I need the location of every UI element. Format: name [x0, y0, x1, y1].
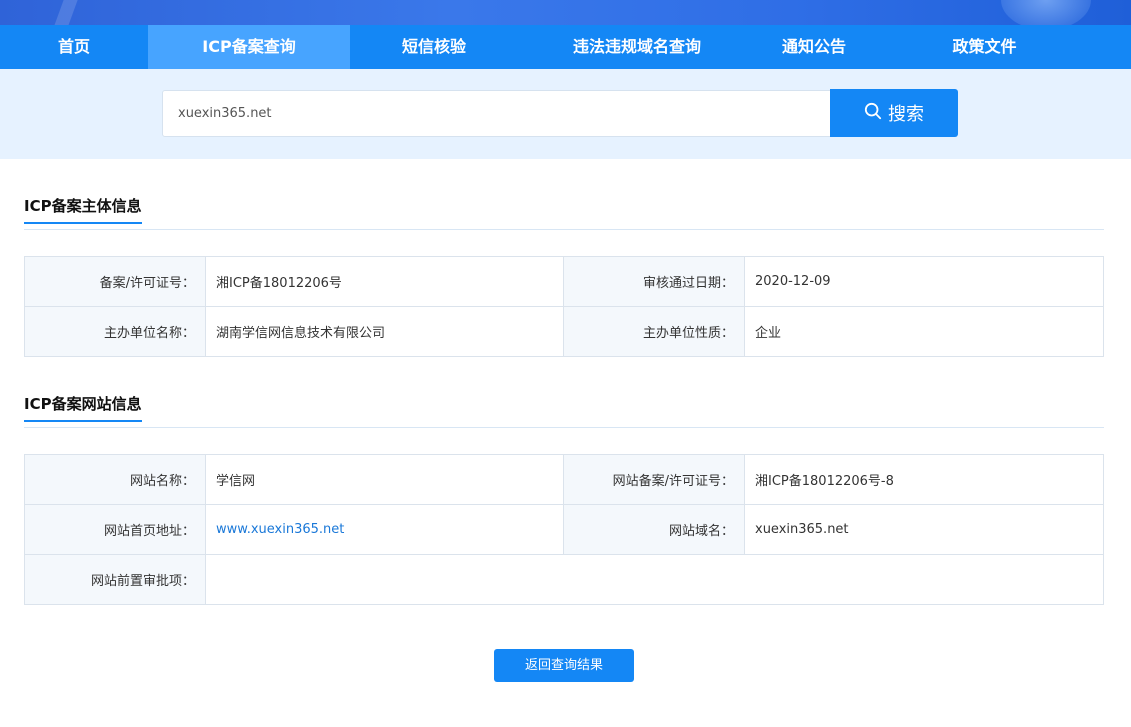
top-banner	[0, 0, 1131, 25]
search-input[interactable]	[162, 90, 832, 137]
organizer-name-label: 主办单位名称：	[24, 306, 206, 357]
banner-glow	[1001, 0, 1091, 25]
organizer-type-label: 主办单位性质：	[563, 306, 745, 357]
site-name-value: 学信网	[205, 454, 564, 505]
website-title-underline	[24, 420, 142, 422]
nav-item-notices[interactable]: 通知公告	[756, 25, 872, 69]
search-icon	[864, 102, 882, 125]
site-record-number-value: 湘ICP备18012206号-8	[744, 454, 1104, 505]
approval-date-label: 审核通过日期：	[563, 256, 745, 307]
table-row: 备案/许可证号： 湘ICP备18012206号 审核通过日期： 2020-12-…	[24, 256, 1104, 307]
organizer-type-value: 企业	[744, 306, 1104, 357]
approval-date-value: 2020-12-09	[744, 256, 1104, 307]
website-section-title: ICP备案网站信息	[24, 393, 142, 422]
nav-item-icp-query[interactable]: ICP备案查询	[148, 25, 350, 69]
search-band: 搜索	[0, 69, 1131, 159]
entity-section-title: ICP备案主体信息	[24, 195, 142, 224]
site-domain-value: xuexin365.net	[744, 504, 1104, 555]
site-name-label: 网站名称：	[24, 454, 206, 505]
back-to-results-button[interactable]: 返回查询结果	[494, 649, 634, 682]
search-button-label: 搜索	[888, 104, 924, 125]
site-record-number-label: 网站备案/许可证号：	[563, 454, 745, 505]
banner-decoration	[52, 0, 82, 25]
website-info-table: 网站名称： 学信网 网站备案/许可证号： 湘ICP备18012206号-8 网站…	[24, 454, 1104, 605]
organizer-name-value: 湖南学信网信息技术有限公司	[205, 306, 564, 357]
site-homepage-value: www.xuexin365.net	[205, 504, 564, 555]
site-domain-label: 网站域名：	[563, 504, 745, 555]
table-row: 网站名称： 学信网 网站备案/许可证号： 湘ICP备18012206号-8	[24, 454, 1104, 505]
nav-item-illegal-domain[interactable]: 违法违规域名查询	[518, 25, 756, 69]
nav-item-policies[interactable]: 政策文件	[872, 25, 1097, 69]
site-homepage-label: 网站首页地址：	[24, 504, 206, 555]
site-pre-approval-label: 网站前置审批项：	[24, 554, 206, 605]
main-nav: 首页 ICP备案查询 短信核验 违法违规域名查询 通知公告 政策文件	[0, 25, 1131, 69]
record-number-value: 湘ICP备18012206号	[205, 256, 564, 307]
nav-item-home[interactable]: 首页	[0, 25, 148, 69]
section-divider	[24, 427, 1104, 428]
nav-item-sms-verify[interactable]: 短信核验	[350, 25, 518, 69]
site-pre-approval-value	[205, 554, 1104, 605]
site-homepage-link[interactable]: www.xuexin365.net	[216, 522, 344, 537]
table-row: 网站前置审批项：	[24, 554, 1104, 605]
table-row: 网站首页地址： www.xuexin365.net 网站域名： xuexin36…	[24, 504, 1104, 555]
entity-title-underline	[24, 222, 142, 224]
record-number-label: 备案/许可证号：	[24, 256, 206, 307]
table-row: 主办单位名称： 湖南学信网信息技术有限公司 主办单位性质： 企业	[24, 306, 1104, 357]
entity-info-table: 备案/许可证号： 湘ICP备18012206号 审核通过日期： 2020-12-…	[24, 256, 1104, 357]
section-divider	[24, 229, 1104, 230]
search-button[interactable]: 搜索	[830, 89, 958, 137]
